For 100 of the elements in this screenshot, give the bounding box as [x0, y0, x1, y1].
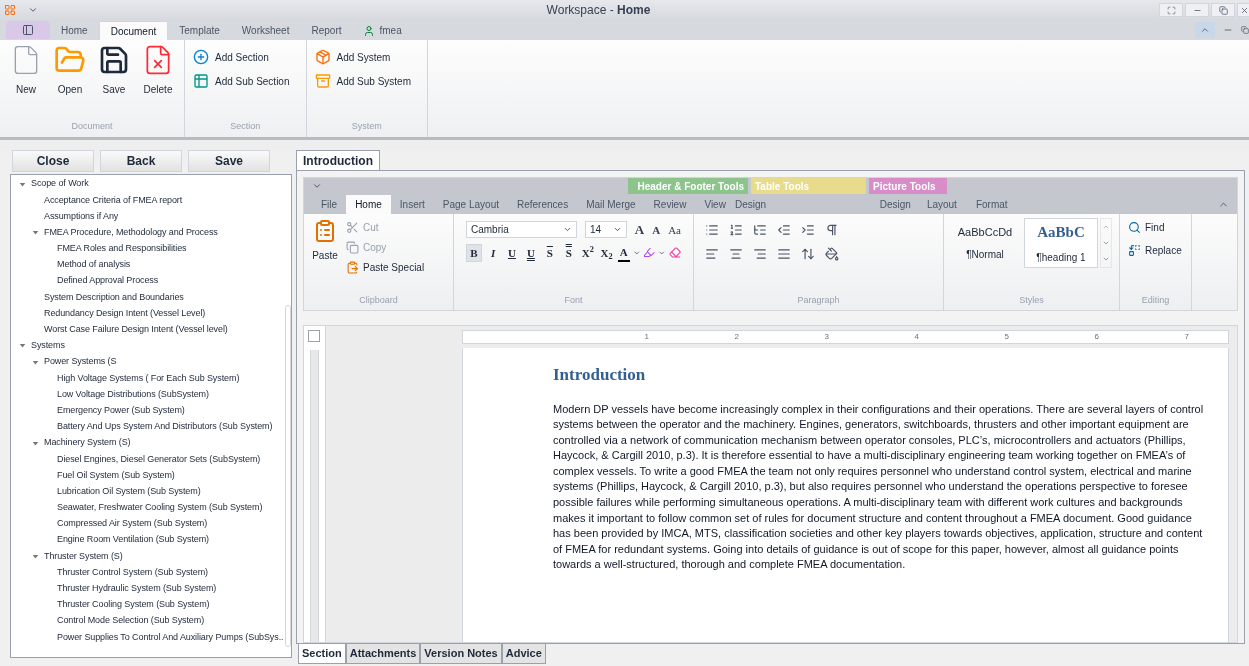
paste-button[interactable]: Paste [308, 218, 342, 294]
format-button[interactable]: X$_{2}$ [598, 243, 615, 262]
numbered-list-icon[interactable] [729, 223, 743, 237]
editor-tab[interactable]: References [508, 195, 578, 214]
multilevel-list-icon[interactable] [753, 223, 767, 237]
font-color-button[interactable]: A [617, 243, 630, 262]
tree-item[interactable]: Thruster System (S) [44, 549, 123, 564]
tree-item[interactable]: Thruster Cooling System (Sub System) [57, 598, 210, 612]
quick-access-menu-icon[interactable] [312, 181, 322, 191]
panel-button[interactable]: Save [188, 150, 270, 172]
format-button[interactable]: X$^{2}$ [579, 243, 596, 262]
tree-item[interactable]: Machinery System (S) [44, 436, 131, 450]
tree-item[interactable]: Redundancy Design Intent (Vessel Level) [44, 306, 206, 321]
tab-stop-selector[interactable] [308, 330, 320, 342]
shrink-font-button[interactable]: A [652, 221, 661, 238]
format-button[interactable]: S [541, 243, 558, 262]
editor-tab[interactable]: File [312, 195, 347, 214]
panel-button[interactable]: Close [12, 150, 94, 172]
editing-button[interactable]: Replace [1128, 243, 1183, 258]
tree-item[interactable]: Compressed Air System (Sub System) [57, 517, 208, 531]
tree-item[interactable]: Thruster Hydraulic System (Sub System) [57, 582, 217, 596]
expanded-arrow-icon[interactable] [32, 439, 39, 447]
tree-item[interactable]: Power Supplies To Control And Auxiliary Pumps (SubSys.. [57, 630, 284, 645]
outdent-icon[interactable] [777, 223, 791, 237]
font-size-field[interactable]: 14 [585, 221, 627, 239]
ribbon-tab[interactable]: Report [300, 21, 353, 40]
editor-tab[interactable]: Format [967, 197, 1016, 212]
expanded-arrow-icon[interactable] [32, 229, 39, 237]
tree-item[interactable]: Defined Approval Process [57, 274, 159, 288]
dropdown-icon[interactable] [658, 248, 666, 257]
page-tab[interactable]: Introduction [296, 150, 380, 170]
tree-item[interactable]: High Voltage Systems ( For Each Sub System) [57, 371, 240, 386]
ribbon-button[interactable]: Add System [314, 48, 419, 66]
expanded-arrow-icon[interactable] [19, 342, 26, 350]
quick-access-menu-icon[interactable] [28, 5, 38, 15]
bullet-list-icon[interactable] [705, 223, 719, 237]
format-button[interactable]: I [485, 243, 501, 262]
restore-button[interactable] [1211, 3, 1235, 17]
ribbon-tab[interactable]: Template [168, 21, 231, 40]
restore-icon[interactable] [1241, 25, 1249, 35]
highlighter-icon[interactable] [643, 246, 656, 260]
ribbon-button[interactable]: New [8, 44, 44, 97]
editor-tab[interactable]: Design [871, 197, 919, 212]
tree-item[interactable]: Scope of Work [31, 177, 89, 191]
ribbon-tab[interactable]: Document [98, 21, 169, 40]
editor-tab[interactable]: Home [346, 195, 391, 214]
line-spacing-icon[interactable] [801, 247, 815, 261]
expanded-arrow-icon[interactable] [32, 358, 39, 366]
tree-item[interactable]: Low Voltage Distributions (SubSystem) [57, 387, 209, 402]
pilcrow-icon[interactable] [825, 223, 839, 237]
close-button[interactable] [1237, 3, 1249, 17]
tree-item[interactable]: Assumptions if Any [44, 209, 119, 224]
align-left-icon[interactable] [705, 247, 719, 261]
tree-item[interactable]: Worst Case Failure Design Intent (Vessel level) [44, 323, 228, 337]
tree-item[interactable]: Seawater, Freshwater Cooling System (Sub System) [57, 501, 263, 515]
editing-button[interactable]: Find [1128, 220, 1183, 235]
tree-item[interactable]: Systems [31, 339, 65, 353]
bottom-tab[interactable]: Advice [501, 644, 546, 664]
clipboard-button[interactable]: Paste Special [346, 258, 425, 276]
bottom-tab[interactable]: Version Notes [420, 644, 502, 664]
editor-tab[interactable]: Review [644, 195, 696, 214]
tree-item[interactable]: Engine Room Ventilation (Sub System) [57, 533, 209, 547]
align-center-icon[interactable] [729, 247, 743, 261]
justify-icon[interactable] [777, 247, 791, 261]
change-case-button[interactable]: Aa [668, 221, 681, 238]
expanded-arrow-icon[interactable] [32, 552, 39, 560]
tree-item[interactable]: Method of analysis [57, 258, 131, 272]
editor-tab[interactable]: Page Layout [433, 195, 508, 214]
ribbon-button[interactable]: Save [96, 44, 132, 97]
tree-item[interactable]: Battery And Ups System And Distributors (Sub System) [57, 420, 273, 434]
style-preview[interactable]: AaBbC ¶heading 1 [1024, 218, 1098, 268]
format-button[interactable]: B [466, 243, 483, 262]
tree-item[interactable]: FMEA Roles and Responsibilities [57, 242, 187, 256]
style-preview[interactable]: AaBbCcDd ¶Normal [948, 218, 1022, 268]
tree-item[interactable]: Power Systems (S [44, 355, 117, 369]
tree-item[interactable]: Acceptance Criteria of FMEA report [44, 193, 183, 208]
panel-button[interactable]: Back [100, 150, 182, 172]
tree-item[interactable]: Emergency Power (Sub System) [57, 403, 185, 418]
app-menu-button[interactable] [6, 21, 50, 39]
tree-item[interactable]: System Description and Boundaries [44, 290, 184, 305]
paint-bucket-icon[interactable] [825, 247, 839, 261]
align-right-icon[interactable] [753, 247, 767, 261]
font-name-field[interactable]: Cambria [466, 221, 578, 239]
format-button[interactable]: U [504, 243, 520, 262]
tree-item[interactable]: Diesel Engines, Diesel Generator Sets (SubSystem) [57, 452, 261, 467]
ribbon-button[interactable]: Open [52, 44, 88, 97]
ribbon-tab[interactable]: Worksheet [230, 21, 301, 40]
tree-item[interactable]: FMEA Procedure, Methodology and Process [44, 225, 218, 240]
ribbon-button[interactable]: Delete [140, 44, 176, 97]
format-button[interactable]: S [560, 243, 577, 262]
grow-font-button[interactable]: A [634, 220, 645, 240]
tree-item[interactable]: Lubrication Oil System (Sub System) [57, 484, 201, 499]
ribbon-button[interactable]: Add Sub System [314, 72, 419, 90]
tree-item[interactable]: Thruster Control System (Sub System) [57, 565, 208, 580]
bottom-tab[interactable]: Attachments [345, 644, 421, 664]
editor-tab[interactable]: Mail Merge [577, 195, 645, 214]
tree-item[interactable]: Control Mode Selection (Sub System) [57, 614, 205, 628]
bottom-tab[interactable]: Section [298, 644, 346, 664]
expanded-arrow-icon[interactable] [19, 180, 26, 188]
dropdown-icon[interactable] [632, 248, 641, 257]
